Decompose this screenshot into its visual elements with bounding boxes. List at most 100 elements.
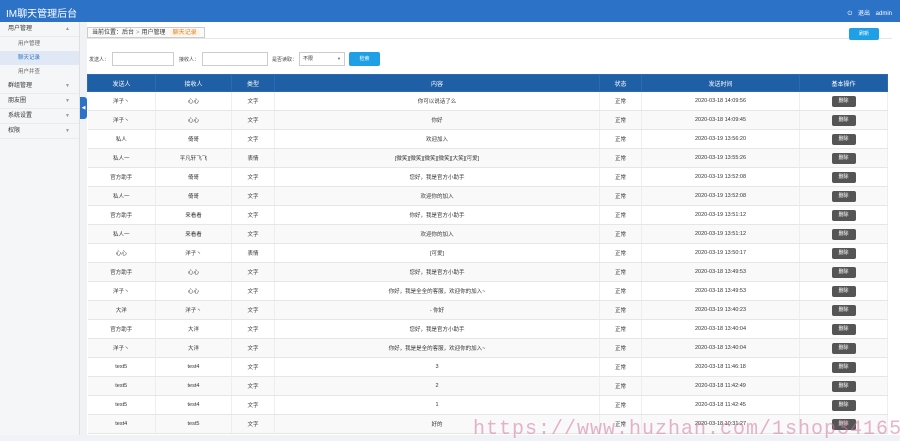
sidebar-group-permissions[interactable]: 权限 ▼ — [0, 124, 79, 139]
type-cell: 文字 — [231, 129, 275, 149]
breadcrumb-current: 聊天记录 — [169, 30, 200, 36]
receiver-cell: test4 — [155, 376, 232, 396]
content-cell: 您好，我是官方小助手 — [274, 319, 600, 339]
content-cell: 你好 — [274, 110, 600, 130]
actions-cell: 删除 — [799, 186, 888, 206]
sender-input[interactable] — [112, 52, 174, 66]
actions-cell: 删除 — [799, 395, 888, 415]
breadcrumb-prefix: 当前位置： — [92, 30, 123, 36]
delete-button[interactable]: 删除 — [831, 114, 856, 126]
delete-button[interactable]: 删除 — [831, 304, 856, 316]
table-row: 洋子丶 大洋 文字 你好，我是是全的客服，欢迎你的加入~ 正常 2020-03-18 13… — [87, 338, 888, 358]
refresh-button[interactable]: 刷新 — [849, 28, 879, 40]
sidebar-group-label: 群组管理 — [8, 83, 33, 89]
breadcrumb-home[interactable]: 后台 — [122, 30, 134, 36]
delete-button[interactable]: 删除 — [831, 228, 856, 240]
sender-cell: 洋子丶 — [87, 281, 156, 301]
table-row: 私人一 平凡轩飞飞 表情 [微笑][微笑][微笑][微笑][大笑][可爱] 正常 2020… — [87, 148, 888, 168]
delete-button[interactable]: 删除 — [831, 380, 856, 392]
sender-cell: 私人一 — [87, 148, 156, 168]
content-cell: 欢迎加入 — [274, 129, 600, 149]
column-header: 基本操作 — [799, 74, 888, 92]
sidebar-group-user-management[interactable]: 用户管理 ▲ — [0, 22, 79, 37]
status-cell: 正常 — [599, 281, 642, 301]
receiver-cell: 洋子丶 — [155, 243, 232, 263]
sender-label: 发送人： — [89, 57, 110, 63]
logout-link[interactable]: ⏻ 退出 — [848, 11, 870, 17]
actions-cell: 删除 — [799, 281, 888, 301]
sender-cell: 大洋 — [87, 300, 156, 320]
read-status-select[interactable]: 不限 ▼ — [299, 52, 345, 66]
delete-button[interactable]: 删除 — [831, 323, 856, 335]
sidebar-group-moments[interactable]: 朋友圈 ▼ — [0, 94, 79, 109]
user-area: ⏻ 退出 admin — [844, 8, 892, 18]
sidebar-group-system-settings[interactable]: 系统设置 ▼ — [0, 109, 79, 124]
receiver-cell: test4 — [155, 357, 232, 377]
type-cell: 文字 — [231, 395, 275, 415]
delete-button[interactable]: 删除 — [831, 171, 856, 183]
delete-button[interactable]: 删除 — [831, 95, 856, 107]
logout-label[interactable]: 退出 — [858, 11, 870, 17]
table-row: test5 test4 文字 2 正常 2020-03-18 11:42:49 删除 — [87, 376, 888, 396]
actions-cell: 删除 — [799, 262, 888, 282]
delete-button[interactable]: 删除 — [831, 361, 856, 373]
status-cell: 正常 — [599, 243, 642, 263]
delete-button[interactable]: 删除 — [831, 133, 856, 145]
delete-button[interactable]: 删除 — [831, 285, 856, 297]
receiver-cell: 心心 — [155, 91, 232, 111]
delete-button[interactable]: 删除 — [831, 209, 856, 221]
sender-cell: 洋子丶 — [87, 338, 156, 358]
sidebar: 用户管理 ▲ 用户管理 聊天记录 用户并查 群组管理 ▼ 朋友圈 ▼ 系统设置 … — [0, 22, 80, 435]
time-cell: 2020-03-19 13:52:08 — [641, 167, 800, 187]
sidebar-item-user-search[interactable]: 用户并查 — [0, 65, 79, 79]
table-header-row: 发送人 接收人 类型 内容 状态 发送时间 基本操作 — [87, 74, 888, 92]
table-row: 私人一 来看看 文字 欢迎你的加入 正常 2020-03-19 13:51:12 删除 — [87, 224, 888, 244]
receiver-input[interactable] — [202, 52, 268, 66]
sender-cell: test4 — [87, 414, 156, 434]
sidebar-group-groups[interactable]: 群组管理 ▼ — [0, 79, 79, 94]
breadcrumb-section[interactable]: 用户管理 — [142, 30, 166, 36]
table-row: 大洋 洋子丶 文字 - 你好 正常 2020-03-19 13:40:23 删除 — [87, 300, 888, 320]
sidebar-collapse-button[interactable]: ◀ — [80, 97, 87, 119]
delete-button[interactable]: 删除 — [831, 399, 856, 411]
sender-cell: test5 — [87, 357, 156, 377]
sidebar-group-label: 用户管理 — [8, 26, 33, 32]
column-header: 接收人 — [155, 74, 232, 92]
receiver-cell: 倚哥 — [155, 129, 232, 149]
sidebar-item-user-list[interactable]: 用户管理 — [0, 37, 79, 51]
receiver-cell: 心心 — [155, 262, 232, 282]
breadcrumb-separator-icon: > — [136, 30, 140, 36]
type-cell: 文字 — [231, 186, 275, 206]
sender-cell: 官方助手 — [87, 205, 156, 225]
delete-button[interactable]: 删除 — [831, 266, 856, 278]
time-cell: 2020-03-18 13:49:53 — [641, 262, 800, 282]
delete-button[interactable]: 删除 — [831, 247, 856, 259]
type-cell: 文字 — [231, 205, 275, 225]
delete-button[interactable]: 删除 — [831, 342, 856, 354]
type-cell: 文字 — [231, 414, 275, 434]
table-row: test5 test4 文字 3 正常 2020-03-18 11:46:18 删除 — [87, 357, 888, 377]
read-status-label: 是否读取： — [272, 57, 298, 63]
column-header: 发送人 — [87, 74, 156, 92]
type-cell: 表情 — [231, 243, 275, 263]
receiver-cell: 大洋 — [155, 319, 232, 339]
type-cell: 文字 — [231, 376, 275, 396]
sidebar-item-chat-records[interactable]: 聊天记录 — [0, 51, 79, 65]
type-cell: 文字 — [231, 224, 275, 244]
sender-cell: 私人一 — [87, 186, 156, 206]
actions-cell: 删除 — [799, 243, 888, 263]
top-bar: IM聊天管理后台 ⏻ 退出 admin — [0, 0, 900, 22]
type-cell: 表情 — [231, 148, 275, 168]
delete-button[interactable]: 删除 — [831, 190, 856, 202]
main-content: 当前位置：后台 > 用户管理 聊天记录 刷新 发送人： 接收人： 是否读取： 不限 ▼… — [87, 22, 900, 441]
search-button[interactable]: 检索 — [349, 52, 380, 66]
status-cell: 正常 — [599, 300, 642, 320]
delete-button[interactable]: 删除 — [831, 152, 856, 164]
table-row: 私人一 倚哥 文字 欢迎你的加入 正常 2020-03-19 13:52:08 删除 — [87, 186, 888, 206]
app-title: IM聊天管理后台 — [6, 9, 78, 20]
content-cell: 你好，我是是全的客服，欢迎你的加入~ — [274, 338, 600, 358]
actions-cell: 删除 — [799, 224, 888, 244]
table-row: 洋子丶 心心 文字 你可以说话了么 正常 2020-03-18 14:09:56 删除 — [87, 91, 888, 111]
status-cell: 正常 — [599, 205, 642, 225]
time-cell: 2020-03-19 13:52:08 — [641, 186, 800, 206]
